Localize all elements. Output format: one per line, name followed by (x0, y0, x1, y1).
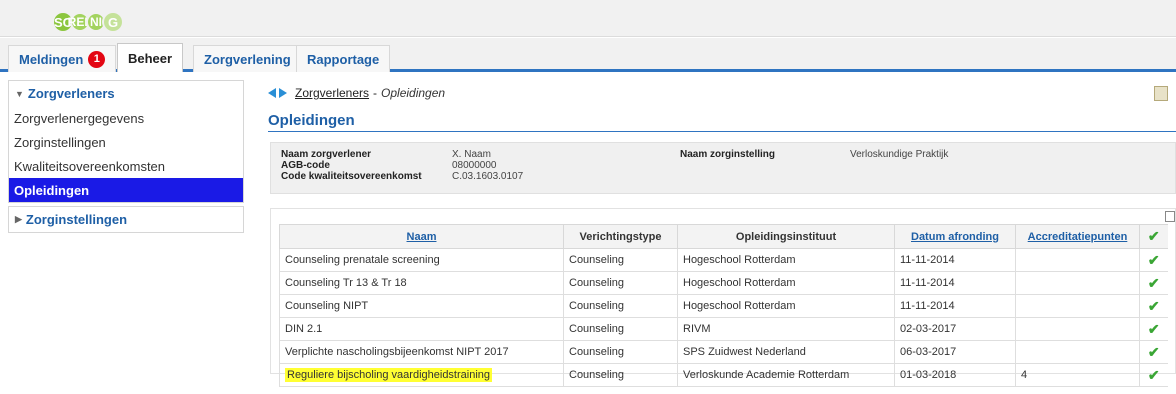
column-header-opleidingsinstituut: Opleidingsinstituut (677, 224, 895, 249)
cell-punten (1015, 248, 1140, 272)
naam-label: Naam zorgverlener (281, 149, 372, 160)
table-panel: Naam Verichtingstype Opleidingsinstituut… (270, 208, 1176, 387)
tab-label: Rapportage (307, 51, 380, 67)
column-header-verichtingstype: Verichtingstype (563, 224, 678, 249)
cell-datum: 06-03-2017 (894, 340, 1016, 364)
cell-type: Counseling (563, 340, 678, 364)
sidebar-head-label: Zorgverleners (27, 86, 115, 101)
breadcrumb-separator: - (373, 86, 378, 100)
screening-logo[interactable]: SC REE NI G (52, 9, 124, 35)
info-box: Naam zorgverlener AGB-code Code kwalitei… (270, 142, 1176, 194)
check-icon: ✔ (1139, 248, 1168, 272)
table-header-row: Naam Verichtingstype Opleidingsinstituut… (279, 224, 1168, 249)
sidebar-item-zorgverlenergegevens[interactable]: Zorgverlenergegevens (9, 106, 243, 130)
tab-beheer[interactable]: Beheer (117, 43, 184, 72)
cell-instituut: Hogeschool Rotterdam (677, 248, 895, 272)
sidebar-item-opleidingen[interactable]: Opleidingen (9, 178, 243, 202)
cell-instituut: SPS Zuidwest Nederland (677, 340, 895, 364)
agb-label: AGB-code (281, 160, 330, 171)
main-nav: Meldingen 1 Beheer Zorgverlening Rapport… (0, 38, 1176, 72)
cell-punten (1015, 271, 1140, 295)
cell-datum: 11-11-2014 (894, 248, 1016, 272)
tab-label: Beheer (128, 50, 173, 66)
cell-punten: 4 (1015, 363, 1140, 387)
forward-arrow-icon[interactable] (279, 88, 287, 98)
check-icon: ✔ (1139, 271, 1168, 295)
cell-datum: 11-11-2014 (894, 271, 1016, 295)
column-settings-icon[interactable] (1165, 211, 1175, 222)
column-header-datum-afronding[interactable]: Datum afronding (894, 224, 1016, 249)
logo-part: G (102, 11, 124, 33)
breadcrumb-link-zorgverleners[interactable]: Zorgverleners (295, 86, 369, 100)
check-icon: ✔ (1139, 340, 1168, 364)
tab-meldingen[interactable]: Meldingen 1 (8, 45, 117, 72)
cell-instituut: Hogeschool Rotterdam (677, 271, 895, 295)
sidebar-section-zorgverleners: ▼ Zorgverleners Zorgverlenergegevens Zor… (8, 80, 244, 203)
notification-badge: 1 (88, 50, 106, 68)
sidebar-head-zorginstellingen[interactable]: ▶ Zorginstellingen (9, 207, 243, 232)
tab-label: Zorgverlening (204, 51, 291, 67)
cell-type: Counseling (563, 317, 678, 341)
print-icon[interactable] (1154, 86, 1168, 101)
code-value: C.03.1603.0107 (452, 171, 524, 182)
cell-instituut: Hogeschool Rotterdam (677, 294, 895, 318)
cell-naam: Verplichte nascholingsbijeenkomst NIPT 2… (279, 340, 564, 364)
agb-value: 08000000 (452, 160, 497, 171)
breadcrumb-current: Opleidingen (381, 86, 446, 100)
cell-naam: Counseling NIPT (279, 294, 564, 318)
table-row[interactable]: Counseling NIPT Counseling Hogeschool Ro… (279, 294, 1168, 318)
column-header-check: ✔ (1139, 224, 1168, 249)
cell-type: Counseling (563, 271, 678, 295)
naam-value: X. Naam (452, 149, 491, 160)
caret-right-icon: ▶ (15, 214, 22, 224)
cell-punten (1015, 340, 1140, 364)
cell-type: Counseling (563, 294, 678, 318)
tab-zorgverlening[interactable]: Zorgverlening (193, 45, 302, 72)
cell-punten (1015, 294, 1140, 318)
cell-naam: DIN 2.1 (279, 317, 564, 341)
cell-naam: Reguliere bijscholing vaardigheidstraini… (279, 363, 564, 387)
sidebar-item-zorginstellingen[interactable]: Zorginstellingen (9, 130, 243, 154)
check-icon: ✔ (1139, 363, 1168, 387)
breadcrumb: Zorgverleners - Opleidingen (268, 84, 445, 102)
cell-datum: 02-03-2017 (894, 317, 1016, 341)
sidebar-head-label: Zorginstellingen (25, 212, 128, 227)
cell-naam: Counseling Tr 13 & Tr 18 (279, 271, 564, 295)
cell-instituut: RIVM (677, 317, 895, 341)
top-bar: SC REE NI G (0, 0, 1176, 37)
opleidingen-table: Naam Verichtingstype Opleidingsinstituut… (279, 224, 1168, 387)
back-arrow-icon[interactable] (268, 88, 276, 98)
highlighted-text: Reguliere bijscholing vaardigheidstraini… (285, 368, 493, 382)
table-row[interactable]: Reguliere bijscholing vaardigheidstraini… (279, 363, 1168, 387)
cell-datum: 01-03-2018 (894, 363, 1016, 387)
instelling-value: Verloskundige Praktijk (850, 149, 949, 160)
sidebar-section-zorginstellingen: ▶ Zorginstellingen (8, 206, 244, 233)
tab-label: Meldingen (19, 51, 84, 67)
tab-rapportage[interactable]: Rapportage (296, 45, 391, 72)
table-row[interactable]: Verplichte nascholingsbijeenkomst NIPT 2… (279, 340, 1168, 364)
cell-instituut: Verloskunde Academie Rotterdam (677, 363, 895, 387)
cell-datum: 11-11-2014 (894, 294, 1016, 318)
sidebar-item-kwaliteitsovereenkomsten[interactable]: Kwaliteitsovereenkomsten (9, 154, 243, 178)
cell-type: Counseling (563, 363, 678, 387)
cell-naam: Counseling prenatale screening (279, 248, 564, 272)
caret-down-icon: ▼ (15, 88, 24, 99)
table-row[interactable]: Counseling prenatale screening Counselin… (279, 248, 1168, 272)
check-icon: ✔ (1139, 294, 1168, 318)
column-header-naam[interactable]: Naam (279, 224, 564, 249)
sidebar: ▼ Zorgverleners Zorgverlenergegevens Zor… (8, 80, 244, 233)
sidebar-head-zorgverleners[interactable]: ▼ Zorgverleners (9, 81, 243, 106)
column-header-accreditatiepunten[interactable]: Accreditatiepunten (1015, 224, 1140, 249)
check-icon: ✔ (1139, 317, 1168, 341)
table-row[interactable]: DIN 2.1 Counseling RIVM 02-03-2017 ✔ (279, 317, 1168, 341)
table-row[interactable]: Counseling Tr 13 & Tr 18 Counseling Hoge… (279, 271, 1168, 295)
code-label: Code kwaliteitsovereenkomst (281, 171, 422, 182)
cell-type: Counseling (563, 248, 678, 272)
instelling-label: Naam zorginstelling (680, 149, 776, 160)
cell-punten (1015, 317, 1140, 341)
page-title: Opleidingen (268, 112, 1176, 132)
